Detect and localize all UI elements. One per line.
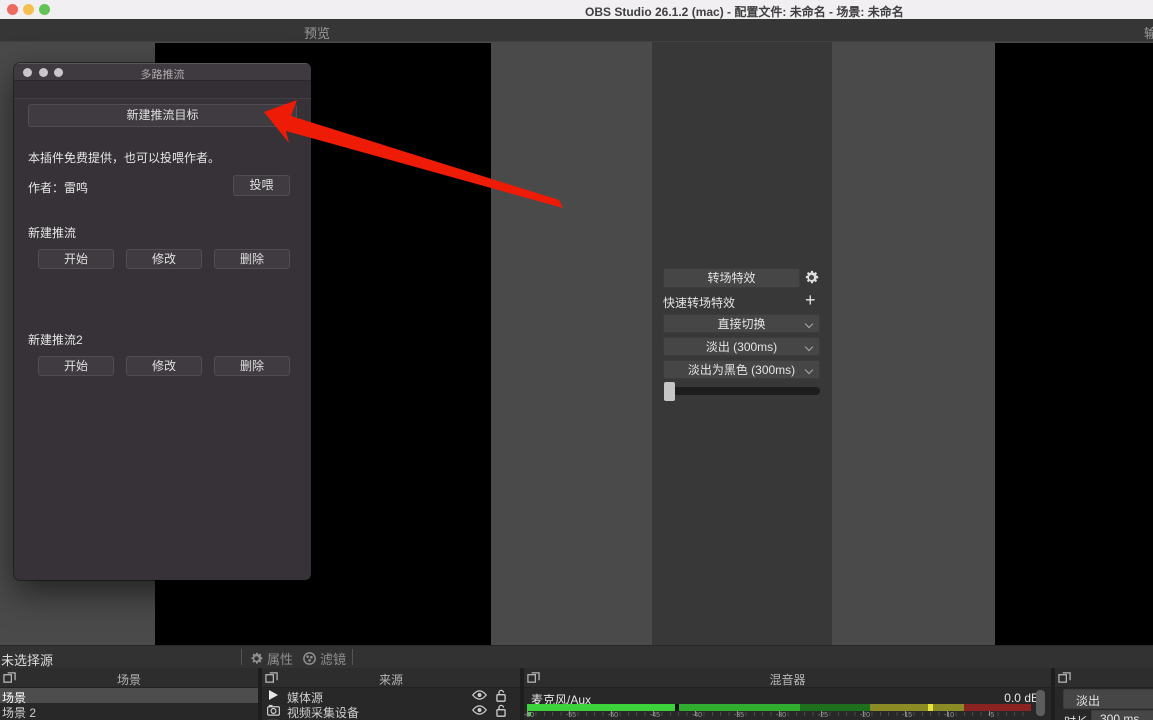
- stream-1-start-button[interactable]: 开始: [38, 249, 114, 269]
- new-stream-target-button[interactable]: 新建推流目标: [28, 104, 297, 127]
- scenes-panel: 场景 场景 场景 2: [0, 668, 258, 720]
- mixer-panel-title: 混音器: [524, 671, 1051, 688]
- source-toolbar: 未选择源 属性 滤镜: [0, 645, 1153, 668]
- volume-meter: [527, 704, 1031, 711]
- meter-tick-label: -20: [860, 712, 870, 719]
- scene-list-item[interactable]: 场景: [0, 688, 258, 703]
- window-title: OBS Studio 26.1.2 (mac) - 配置文件: 未命名 - 场景…: [585, 3, 904, 20]
- meter-tick-label: -25: [818, 712, 828, 719]
- stream-1-delete-button[interactable]: 删除: [214, 249, 290, 269]
- donate-button[interactable]: 投喂: [233, 175, 290, 196]
- meter-segment-yellow: [870, 704, 964, 711]
- chevron-down-icon: [805, 320, 813, 328]
- chevron-down-icon: [805, 366, 813, 374]
- scene-list-item[interactable]: 场景 2: [0, 703, 258, 718]
- dialog-title: 多路推流: [14, 66, 311, 82]
- meter-tick-label: -5: [988, 712, 994, 719]
- mixer-panel-header[interactable]: 混音器: [524, 668, 1051, 688]
- preview-header-strip: 预览 输出: [0, 19, 1153, 42]
- transitions-button[interactable]: 转场特效: [663, 268, 800, 288]
- stream-2-edit-button[interactable]: 修改: [126, 356, 202, 376]
- popout-icon[interactable]: [1058, 671, 1071, 684]
- minimize-window-button[interactable]: [23, 4, 34, 15]
- gear-icon: [249, 651, 264, 666]
- stream-1-edit-button[interactable]: 修改: [126, 249, 202, 269]
- filters-label: 滤镜: [320, 649, 346, 668]
- program-canvas[interactable]: [995, 43, 1153, 645]
- meter-segment-bright-green: [527, 704, 675, 711]
- meter-tick-label: -50: [608, 712, 618, 719]
- scene-transitions-panel: 淡出 时长 300 ms: [1055, 668, 1153, 720]
- quick-transition-fade-to-black[interactable]: 淡出为黑色 (300ms): [663, 360, 820, 379]
- source-list-item[interactable]: 视频采集设备: [262, 703, 520, 718]
- close-window-button[interactable]: [7, 4, 18, 15]
- program-label: 输出: [1144, 23, 1153, 42]
- stream-2-delete-button[interactable]: 删除: [214, 356, 290, 376]
- scene-transitions-panel-header[interactable]: [1055, 668, 1153, 688]
- meter-tick-label: -60: [524, 712, 534, 719]
- visibility-eye-icon[interactable]: [472, 689, 487, 701]
- transition-bar-handle[interactable]: [664, 382, 675, 401]
- properties-button[interactable]: 属性: [249, 649, 293, 668]
- scenes-panel-title: 场景: [0, 671, 258, 688]
- sources-panel-title: 来源: [262, 671, 520, 688]
- duration-spinbox[interactable]: 300 ms: [1091, 710, 1153, 720]
- quick-transitions-label: 快速转场特效: [663, 294, 735, 311]
- quick-transition-fade-label: 淡出 (300ms): [706, 340, 777, 354]
- video-capture-icon: [267, 704, 280, 716]
- duration-label: 时长: [1064, 713, 1088, 720]
- stream-2-start-button[interactable]: 开始: [38, 356, 114, 376]
- mixer-db-value: 0.0 dB: [964, 691, 1039, 705]
- preview-label: 预览: [304, 23, 330, 42]
- lock-open-icon[interactable]: [495, 689, 507, 702]
- obs-main-window: OBS Studio 26.1.2 (mac) - 配置文件: 未命名 - 场景…: [0, 0, 1153, 720]
- multistream-dialog: 多路推流 新建推流目标 本插件免费提供，也可以投喂作者。 作者：雷鸣 投喂 新建…: [14, 63, 311, 580]
- chevron-down-icon: [805, 343, 813, 351]
- transition-properties-gear-icon[interactable]: [803, 269, 820, 286]
- quick-transition-fade[interactable]: 淡出 (300ms): [663, 337, 820, 356]
- author-label: 作者：雷鸣: [28, 179, 88, 196]
- no-source-selected-label: 未选择源: [1, 650, 53, 669]
- scene-name: 场景 2: [2, 704, 36, 720]
- meter-segment-red: [964, 704, 1031, 711]
- stream-1-name: 新建推流: [28, 224, 76, 241]
- meter-tick-label: -45: [650, 712, 660, 719]
- mixer-scrollbar[interactable]: [1036, 690, 1045, 716]
- add-quick-transition-icon[interactable]: +: [805, 290, 816, 311]
- transition-select-value: 淡出: [1076, 692, 1100, 709]
- sources-panel-header[interactable]: 来源: [262, 668, 520, 688]
- transition-select[interactable]: 淡出: [1063, 689, 1153, 709]
- scenes-panel-header[interactable]: 场景: [0, 668, 258, 688]
- dialog-toolbar-strip: [14, 81, 311, 99]
- properties-label: 属性: [267, 649, 293, 668]
- mac-titlebar: OBS Studio 26.1.2 (mac) - 配置文件: 未命名 - 场景…: [0, 0, 1153, 19]
- dialog-titlebar[interactable]: 多路推流: [14, 63, 311, 81]
- meter-tick-label: -55: [566, 712, 576, 719]
- visibility-eye-icon[interactable]: [472, 704, 487, 716]
- meter-segment-green: [679, 704, 800, 711]
- media-source-icon: [267, 689, 279, 701]
- filters-button[interactable]: 滤镜: [302, 649, 346, 668]
- stream-2-name: 新建推流2: [28, 331, 83, 348]
- mixer-panel: 混音器 麦克风/Aux 0.0 dB -60 -55 -50 -45 -40: [524, 668, 1051, 720]
- plugin-note: 本插件免费提供，也可以投喂作者。: [28, 149, 220, 166]
- quick-transition-cut[interactable]: 直接切换: [663, 314, 820, 333]
- transition-bar-track[interactable]: [665, 387, 820, 395]
- meter-tick-label: -40: [692, 712, 702, 719]
- meter-tick-label: -10: [944, 712, 954, 719]
- meter-tick-label: -15: [902, 712, 912, 719]
- quick-transition-fade-to-black-label: 淡出为黑色 (300ms): [688, 363, 795, 377]
- filters-icon: [302, 651, 317, 666]
- quick-transition-cut-label: 直接切换: [717, 317, 765, 331]
- source-list-item[interactable]: 媒体源: [262, 688, 520, 703]
- lock-open-icon[interactable]: [495, 704, 507, 717]
- sources-panel: 来源 媒体源 视频采集设备: [262, 668, 520, 720]
- zoom-window-button[interactable]: [39, 4, 50, 15]
- meter-segment-dim-green: [800, 704, 870, 711]
- meter-tick-label: -35: [734, 712, 744, 719]
- toolbar-divider: [241, 649, 242, 665]
- toolbar-divider: [352, 649, 353, 665]
- meter-tick-label: -30: [776, 712, 786, 719]
- meter-peak-marker: [928, 704, 933, 711]
